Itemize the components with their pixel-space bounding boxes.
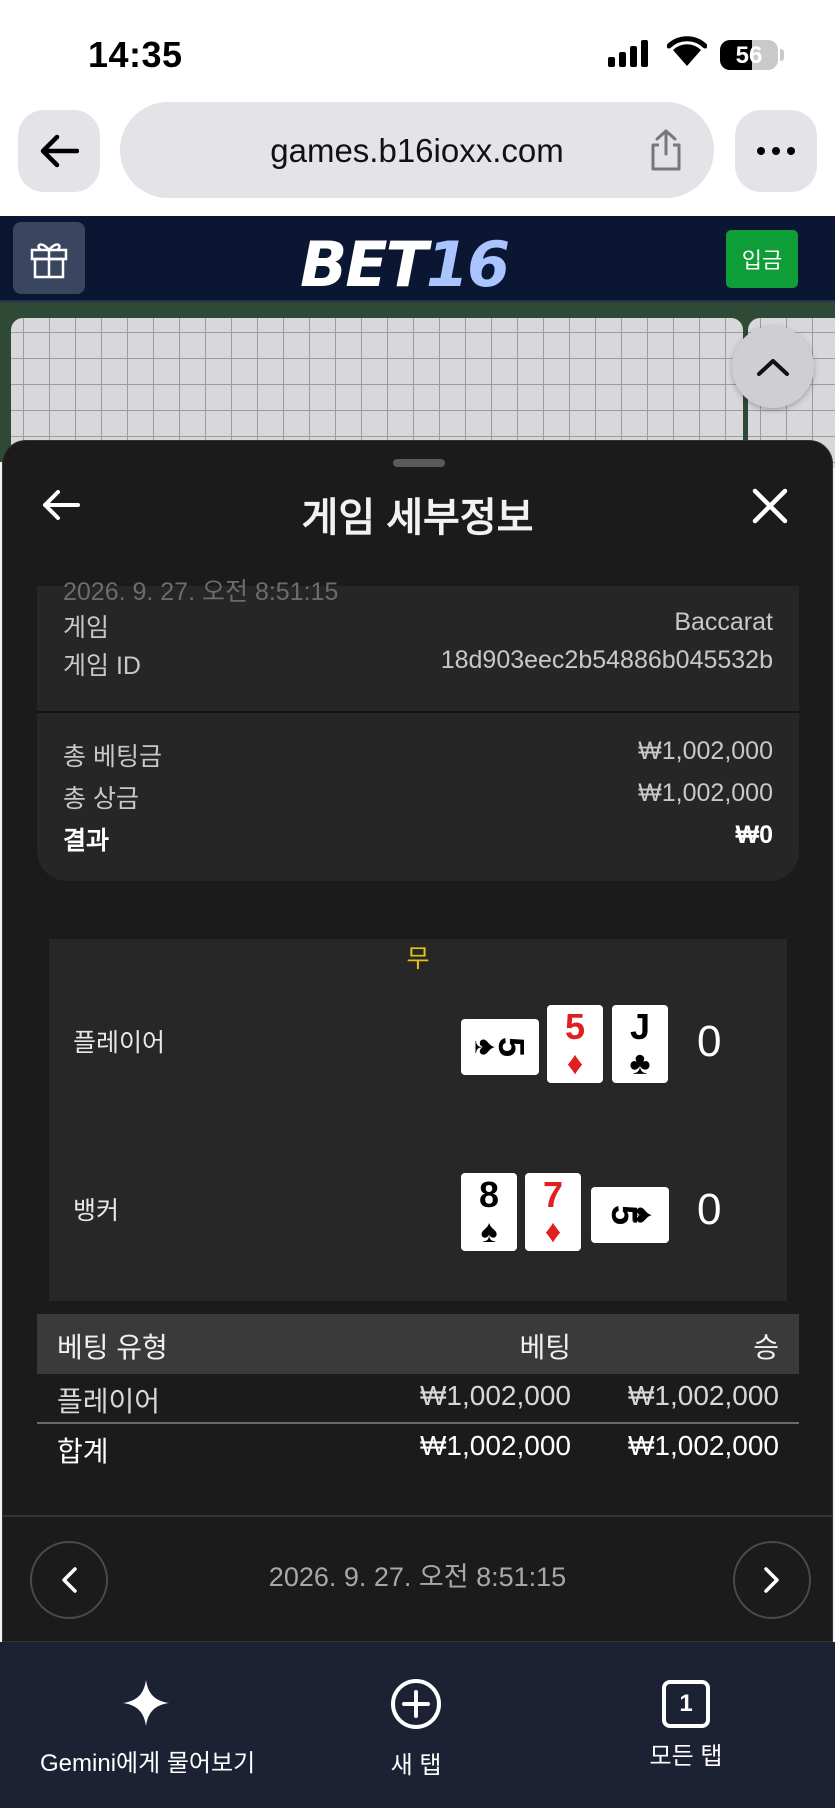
new-tab-button[interactable]: 새 탭 bbox=[356, 1678, 476, 1780]
result-row: 결과 ₩0 bbox=[63, 821, 773, 857]
card-rank: 7 bbox=[542, 1174, 564, 1215]
tab-count: 1 bbox=[679, 1690, 693, 1717]
total-payout-row: 총 상금 ₩1,002,000 bbox=[63, 779, 773, 815]
info-value: Baccarat bbox=[674, 608, 773, 636]
info-row-game-id: 게임 ID 18d903eec2b54886b045532b bbox=[63, 646, 773, 682]
cellular-signal-icon bbox=[608, 40, 648, 67]
cell-total-bet: ₩1,002,000 bbox=[420, 1430, 571, 1461]
bet-table: 베팅 유형 베팅 승 플레이어 ₩1,002,000 ₩1,002,000 합계… bbox=[37, 1314, 799, 1468]
logo-number: 16 bbox=[425, 228, 510, 301]
wifi-icon bbox=[666, 36, 708, 73]
status-bar: 14:35 56 bbox=[0, 0, 835, 98]
cell-win: ₩1,002,000 bbox=[628, 1380, 779, 1411]
sparkle-icon bbox=[123, 1680, 169, 1726]
cell-total-win: ₩1,002,000 bbox=[628, 1430, 779, 1461]
player-card-1: ♠ 5 bbox=[461, 1019, 539, 1075]
tie-result-label: 무 bbox=[406, 945, 430, 973]
game-details-sheet: 게임 세부정보 2026. 9. 27. 오전 8:51:15 게임 Bacca… bbox=[2, 440, 833, 1642]
gemini-button[interactable]: Gemini에게 물어보기 bbox=[40, 1678, 256, 1778]
player-card-3: J ♣ bbox=[612, 1005, 668, 1083]
faded-timestamp: 2026. 9. 27. 오전 8:51:15 bbox=[63, 578, 339, 606]
footer-divider bbox=[3, 1515, 832, 1517]
banker-label: 뱅커 bbox=[73, 1197, 120, 1225]
totals-card: 총 베팅금 ₩1,002,000 총 상금 ₩1,002,000 결과 ₩0 bbox=[37, 711, 799, 881]
cell-total-label: 합계 bbox=[57, 1436, 109, 1467]
game-info-card: 2026. 9. 27. 오전 8:51:15 게임 Baccarat 게임 I… bbox=[37, 578, 799, 712]
banker-score: 0 bbox=[697, 1185, 722, 1234]
card-suit: ♦ bbox=[544, 1213, 562, 1249]
card-suit: ♣ bbox=[629, 1045, 651, 1081]
total-label: 총 베팅금 bbox=[63, 743, 162, 771]
scroll-up-button[interactable] bbox=[732, 326, 814, 408]
battery-tip bbox=[780, 49, 784, 61]
more-icon bbox=[757, 147, 795, 155]
result-value: ₩0 bbox=[735, 821, 774, 849]
browser-toolbar: games.b16ioxx.com bbox=[0, 98, 835, 216]
gift-button[interactable] bbox=[13, 222, 85, 294]
total-bet-row: 총 베팅금 ₩1,002,000 bbox=[63, 737, 773, 773]
site-logo[interactable]: BET16 bbox=[300, 228, 510, 301]
total-label: 총 상금 bbox=[63, 785, 139, 813]
browser-menu-button[interactable] bbox=[735, 110, 817, 192]
banker-card-1: 8 ♠ bbox=[461, 1173, 517, 1251]
total-value: ₩1,002,000 bbox=[638, 737, 773, 765]
battery-icon: 56 bbox=[720, 40, 778, 70]
card-rank: 8 bbox=[478, 1174, 500, 1215]
card-suit: ♠ bbox=[480, 1213, 498, 1249]
all-tabs-label: 모든 탭 bbox=[649, 1743, 723, 1770]
banker-card-3: 5 ♠ bbox=[591, 1187, 669, 1243]
card-suit: ♠ bbox=[625, 1206, 662, 1224]
total-value: ₩1,002,000 bbox=[638, 779, 773, 807]
info-value: 18d903eec2b54886b045532b bbox=[440, 646, 773, 674]
baccarat-result-panel: 무 플레이어 ♠ 5 5 ♦ J ♣ 0 뱅커 8 ♠ 7 ♦ 5 ♠ 0 bbox=[49, 939, 787, 1301]
deposit-button[interactable]: 입금 bbox=[726, 230, 798, 288]
browser-back-button[interactable] bbox=[18, 110, 100, 192]
chevron-right-icon bbox=[764, 1567, 779, 1593]
info-label: 게임 ID bbox=[63, 652, 141, 680]
browser-bottom-bar: Gemini에게 물어보기 새 탭 1 모든 탭 bbox=[0, 1642, 835, 1808]
result-label: 결과 bbox=[63, 827, 110, 855]
all-tabs-button[interactable]: 1 모든 탭 bbox=[626, 1678, 746, 1771]
header-win: 승 bbox=[753, 1332, 779, 1363]
cell-bet: ₩1,002,000 bbox=[420, 1380, 571, 1411]
player-card-2: 5 ♦ bbox=[547, 1005, 603, 1083]
chevron-up-icon bbox=[757, 359, 789, 376]
arrow-left-icon bbox=[40, 134, 79, 168]
header-bet-type: 베팅 유형 bbox=[57, 1332, 168, 1363]
address-bar[interactable]: games.b16ioxx.com bbox=[120, 102, 714, 198]
next-game-button[interactable] bbox=[733, 1541, 811, 1619]
table-row: 플레이어 ₩1,002,000 ₩1,002,000 bbox=[37, 1374, 799, 1422]
footer-date: 2026. 9. 27. 오전 8:51:15 bbox=[268, 1562, 567, 1592]
table-total-row: 합계 ₩1,002,000 ₩1,002,000 bbox=[37, 1422, 799, 1468]
cell-bet-type: 플레이어 bbox=[57, 1386, 161, 1417]
info-label: 게임 bbox=[63, 614, 110, 642]
sheet-close-button[interactable] bbox=[751, 487, 789, 530]
new-tab-label: 새 탭 bbox=[390, 1752, 442, 1779]
sheet-grabber[interactable] bbox=[393, 459, 445, 467]
url-text: games.b16ioxx.com bbox=[270, 132, 564, 169]
player-score: 0 bbox=[697, 1017, 722, 1066]
battery-percent: 56 bbox=[735, 42, 763, 69]
plus-circle-icon bbox=[391, 1679, 441, 1729]
banker-card-2: 7 ♦ bbox=[525, 1173, 581, 1251]
card-suit: ♦ bbox=[566, 1045, 584, 1081]
close-icon bbox=[752, 488, 788, 524]
card-rank: J bbox=[629, 1006, 651, 1047]
player-label: 플레이어 bbox=[73, 1029, 166, 1057]
logo-text: BET bbox=[300, 228, 428, 301]
tabs-icon: 1 bbox=[662, 1680, 710, 1728]
status-time: 14:35 bbox=[88, 34, 183, 75]
header-bet: 베팅 bbox=[519, 1332, 571, 1363]
card-rank: 5 bbox=[491, 1036, 533, 1058]
info-row-game: 게임 Baccarat bbox=[63, 608, 773, 644]
gemini-label: Gemini에게 물어보기 bbox=[40, 1750, 256, 1777]
card-rank: 5 bbox=[564, 1006, 586, 1047]
gift-icon bbox=[30, 243, 68, 279]
table-header: 베팅 유형 베팅 승 bbox=[37, 1314, 799, 1374]
sheet-title: 게임 세부정보 bbox=[301, 496, 534, 540]
share-icon[interactable] bbox=[648, 128, 684, 177]
site-header: BET16 입금 bbox=[0, 216, 835, 302]
